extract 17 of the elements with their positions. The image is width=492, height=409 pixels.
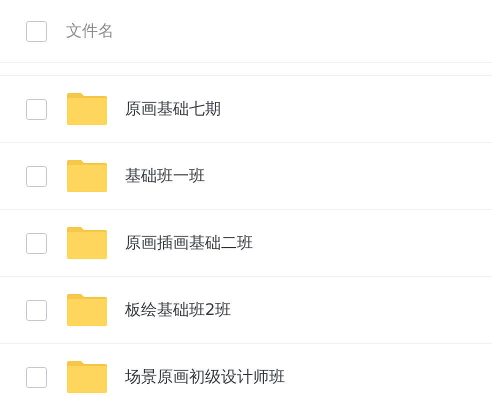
file-name[interactable]: 原画插画基础二班 — [125, 231, 253, 255]
checkbox[interactable] — [26, 366, 47, 388]
checkbox[interactable] — [26, 232, 47, 254]
checkbox[interactable] — [26, 166, 47, 186]
checkbox[interactable] — [26, 300, 47, 320]
folder-icon — [67, 160, 107, 192]
file-name[interactable]: 板绘基础班2班 — [125, 298, 232, 322]
folder-icon — [67, 93, 107, 125]
checkbox[interactable] — [26, 98, 47, 120]
folder-icon — [67, 294, 107, 326]
column-header: 文件名 — [66, 20, 114, 42]
folder-icon — [67, 227, 107, 259]
file-name[interactable]: 基础班一班 — [125, 164, 205, 188]
file-name[interactable]: 原画基础七期 — [125, 97, 221, 121]
file-name[interactable]: 场景原画初级设计师班 — [125, 365, 285, 389]
checkbox[interactable] — [26, 20, 47, 42]
folder-icon — [67, 361, 107, 393]
